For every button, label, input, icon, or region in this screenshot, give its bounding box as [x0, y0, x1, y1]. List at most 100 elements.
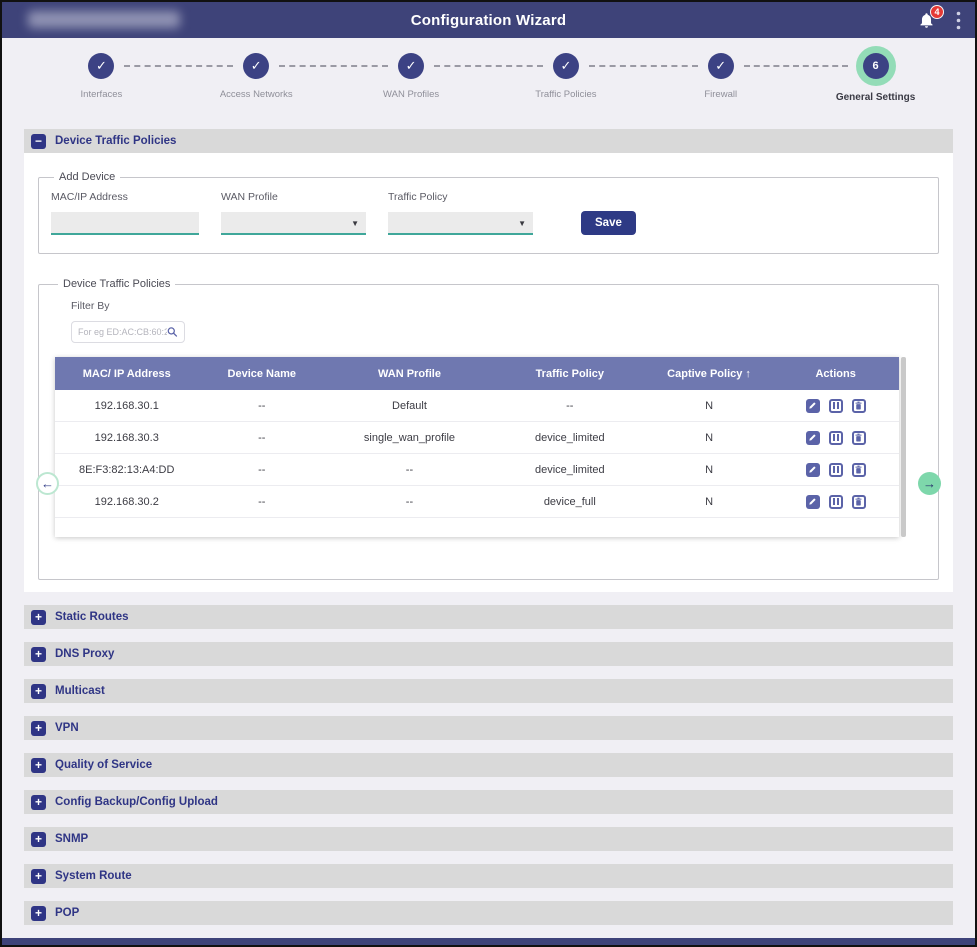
cell-wan-profile: single_wan_profile	[325, 432, 494, 444]
stepper-step-general-settings[interactable]: 6General Settings	[798, 53, 953, 116]
traffic-policy-select[interactable]: ▼	[388, 212, 533, 235]
notification-bell-button[interactable]: 4	[918, 11, 936, 30]
column-header-traffic-policy[interactable]: Traffic Policy	[494, 368, 646, 380]
expand-icon[interactable]: +	[31, 795, 46, 810]
previous-page-button[interactable]: ←	[36, 472, 59, 495]
search-icon[interactable]	[167, 326, 178, 338]
traffic-policy-field: Traffic Policy ▼	[388, 191, 533, 235]
mac-ip-label: MAC/IP Address	[51, 191, 199, 203]
accordion-pop[interactable]: +POP	[24, 901, 953, 925]
expand-icon[interactable]: +	[31, 647, 46, 662]
accordion-label: DNS Proxy	[55, 648, 114, 660]
accordion-label: Multicast	[55, 685, 105, 697]
next-page-button[interactable]: →	[918, 472, 941, 495]
filter-input[interactable]	[78, 327, 167, 337]
cell-captive-policy: N	[646, 432, 773, 444]
chevron-down-icon: ▼	[351, 212, 359, 235]
check-icon: ✓	[88, 53, 114, 79]
stepper-step-traffic-policies[interactable]: ✓Traffic Policies	[488, 53, 643, 116]
cell-traffic-policy: --	[494, 400, 646, 412]
table-row: 192.168.30.3--single_wan_profiledevice_l…	[55, 422, 899, 454]
accordion-vpn[interactable]: + VPN	[24, 716, 953, 740]
delete-action-button[interactable]	[852, 431, 866, 445]
logo-blurred	[28, 11, 180, 28]
pause-action-button[interactable]	[829, 399, 843, 413]
delete-action-button[interactable]	[852, 495, 866, 509]
table-row: 8E:F3:82:13:A4:DD----device_limitedN	[55, 454, 899, 486]
cell-traffic-policy: device_limited	[494, 464, 646, 476]
cell-wan-profile: --	[325, 464, 494, 476]
delete-action-button[interactable]	[852, 463, 866, 477]
cell-mac-ip: 8E:F3:82:13:A4:DD	[55, 464, 198, 476]
pause-icon	[837, 498, 839, 505]
row-actions	[772, 431, 899, 445]
pause-icon	[833, 466, 835, 473]
accordion-label: Quality of Service	[55, 759, 152, 771]
footer-bar	[2, 938, 975, 945]
accordion-label: VPN	[55, 722, 79, 734]
expand-icon[interactable]: +	[31, 758, 46, 773]
row-actions	[772, 495, 899, 509]
step-label: Interfaces	[81, 89, 123, 100]
edit-action-button[interactable]	[806, 399, 820, 413]
edit-action-button[interactable]	[806, 463, 820, 477]
accordion-label: SNMP	[55, 833, 88, 845]
stepper-step-wan-profiles[interactable]: ✓WAN Profiles	[334, 53, 489, 116]
edit-action-button[interactable]	[806, 495, 820, 509]
column-header-captive-policy[interactable]: Captive Policy ↑	[646, 368, 773, 380]
traffic-policy-label: Traffic Policy	[388, 191, 533, 203]
expand-icon[interactable]: +	[31, 906, 46, 921]
accordion-label: Static Routes	[55, 611, 129, 623]
stepper-step-access-networks[interactable]: ✓Access Networks	[179, 53, 334, 116]
accordion-label: Device Traffic Policies	[55, 135, 176, 147]
accordion-system-route[interactable]: +System Route	[24, 864, 953, 888]
cell-device-name: --	[198, 464, 325, 476]
collapse-icon[interactable]: −	[31, 134, 46, 149]
expand-icon[interactable]: +	[31, 721, 46, 736]
row-actions	[772, 463, 899, 477]
cell-traffic-policy: device_full	[494, 496, 646, 508]
column-header-device-name[interactable]: Device Name	[198, 368, 325, 380]
expand-icon[interactable]: +	[31, 869, 46, 884]
cell-device-name: --	[198, 496, 325, 508]
stepper-step-firewall[interactable]: ✓Firewall	[643, 53, 798, 116]
check-icon: ✓	[553, 53, 579, 79]
accordion-static-routes[interactable]: + Static Routes	[24, 605, 953, 629]
stepper-step-interfaces[interactable]: ✓ Interfaces	[24, 53, 179, 116]
pause-action-button[interactable]	[829, 495, 843, 509]
delete-action-button[interactable]	[852, 399, 866, 413]
pause-icon	[833, 402, 835, 409]
pause-icon	[837, 402, 839, 409]
pause-action-button[interactable]	[829, 463, 843, 477]
cell-device-name: --	[198, 400, 325, 412]
pause-icon	[837, 466, 839, 473]
accordion-snmp[interactable]: + SNMP	[24, 827, 953, 851]
accordion-config-backup-config-upload[interactable]: +Config Backup/Config Upload	[24, 790, 953, 814]
accordion-quality-of-service[interactable]: + Quality of Service	[24, 753, 953, 777]
filter-by-label: Filter By	[71, 300, 922, 312]
expand-icon[interactable]: +	[31, 684, 46, 699]
column-header-wan-profile[interactable]: WAN Profile	[325, 368, 494, 380]
mac-ip-input[interactable]	[51, 212, 199, 235]
wan-profile-select[interactable]: ▼	[221, 212, 366, 235]
pause-icon	[833, 434, 835, 441]
pause-icon	[833, 498, 835, 505]
save-button[interactable]: Save	[581, 211, 636, 235]
expand-icon[interactable]: +	[31, 610, 46, 625]
filter-input-wrap	[71, 321, 185, 343]
arrow-right-icon: →	[923, 476, 936, 491]
accordion-device-traffic-policies[interactable]: − Device Traffic Policies	[24, 129, 953, 153]
column-header-mac-ip-address[interactable]: MAC/ IP Address	[55, 368, 198, 380]
edit-action-button[interactable]	[806, 431, 820, 445]
expand-icon[interactable]: +	[31, 832, 46, 847]
accordion-multicast[interactable]: + Multicast	[24, 679, 953, 703]
table-vertical-scrollbar[interactable]	[901, 357, 906, 537]
accordion-dns-proxy[interactable]: + DNS Proxy	[24, 642, 953, 666]
cell-device-name: --	[198, 432, 325, 444]
configuration-wizard-screen: Configuration Wizard 4 ✓Interfaces✓Acces…	[0, 0, 977, 947]
kebab-menu-button[interactable]	[956, 11, 961, 30]
check-icon: ✓	[243, 53, 269, 79]
pause-action-button[interactable]	[829, 431, 843, 445]
table-body: 192.168.30.1--Default--N192.168.30.3--si…	[55, 390, 899, 518]
column-header-actions[interactable]: Actions	[772, 368, 899, 380]
